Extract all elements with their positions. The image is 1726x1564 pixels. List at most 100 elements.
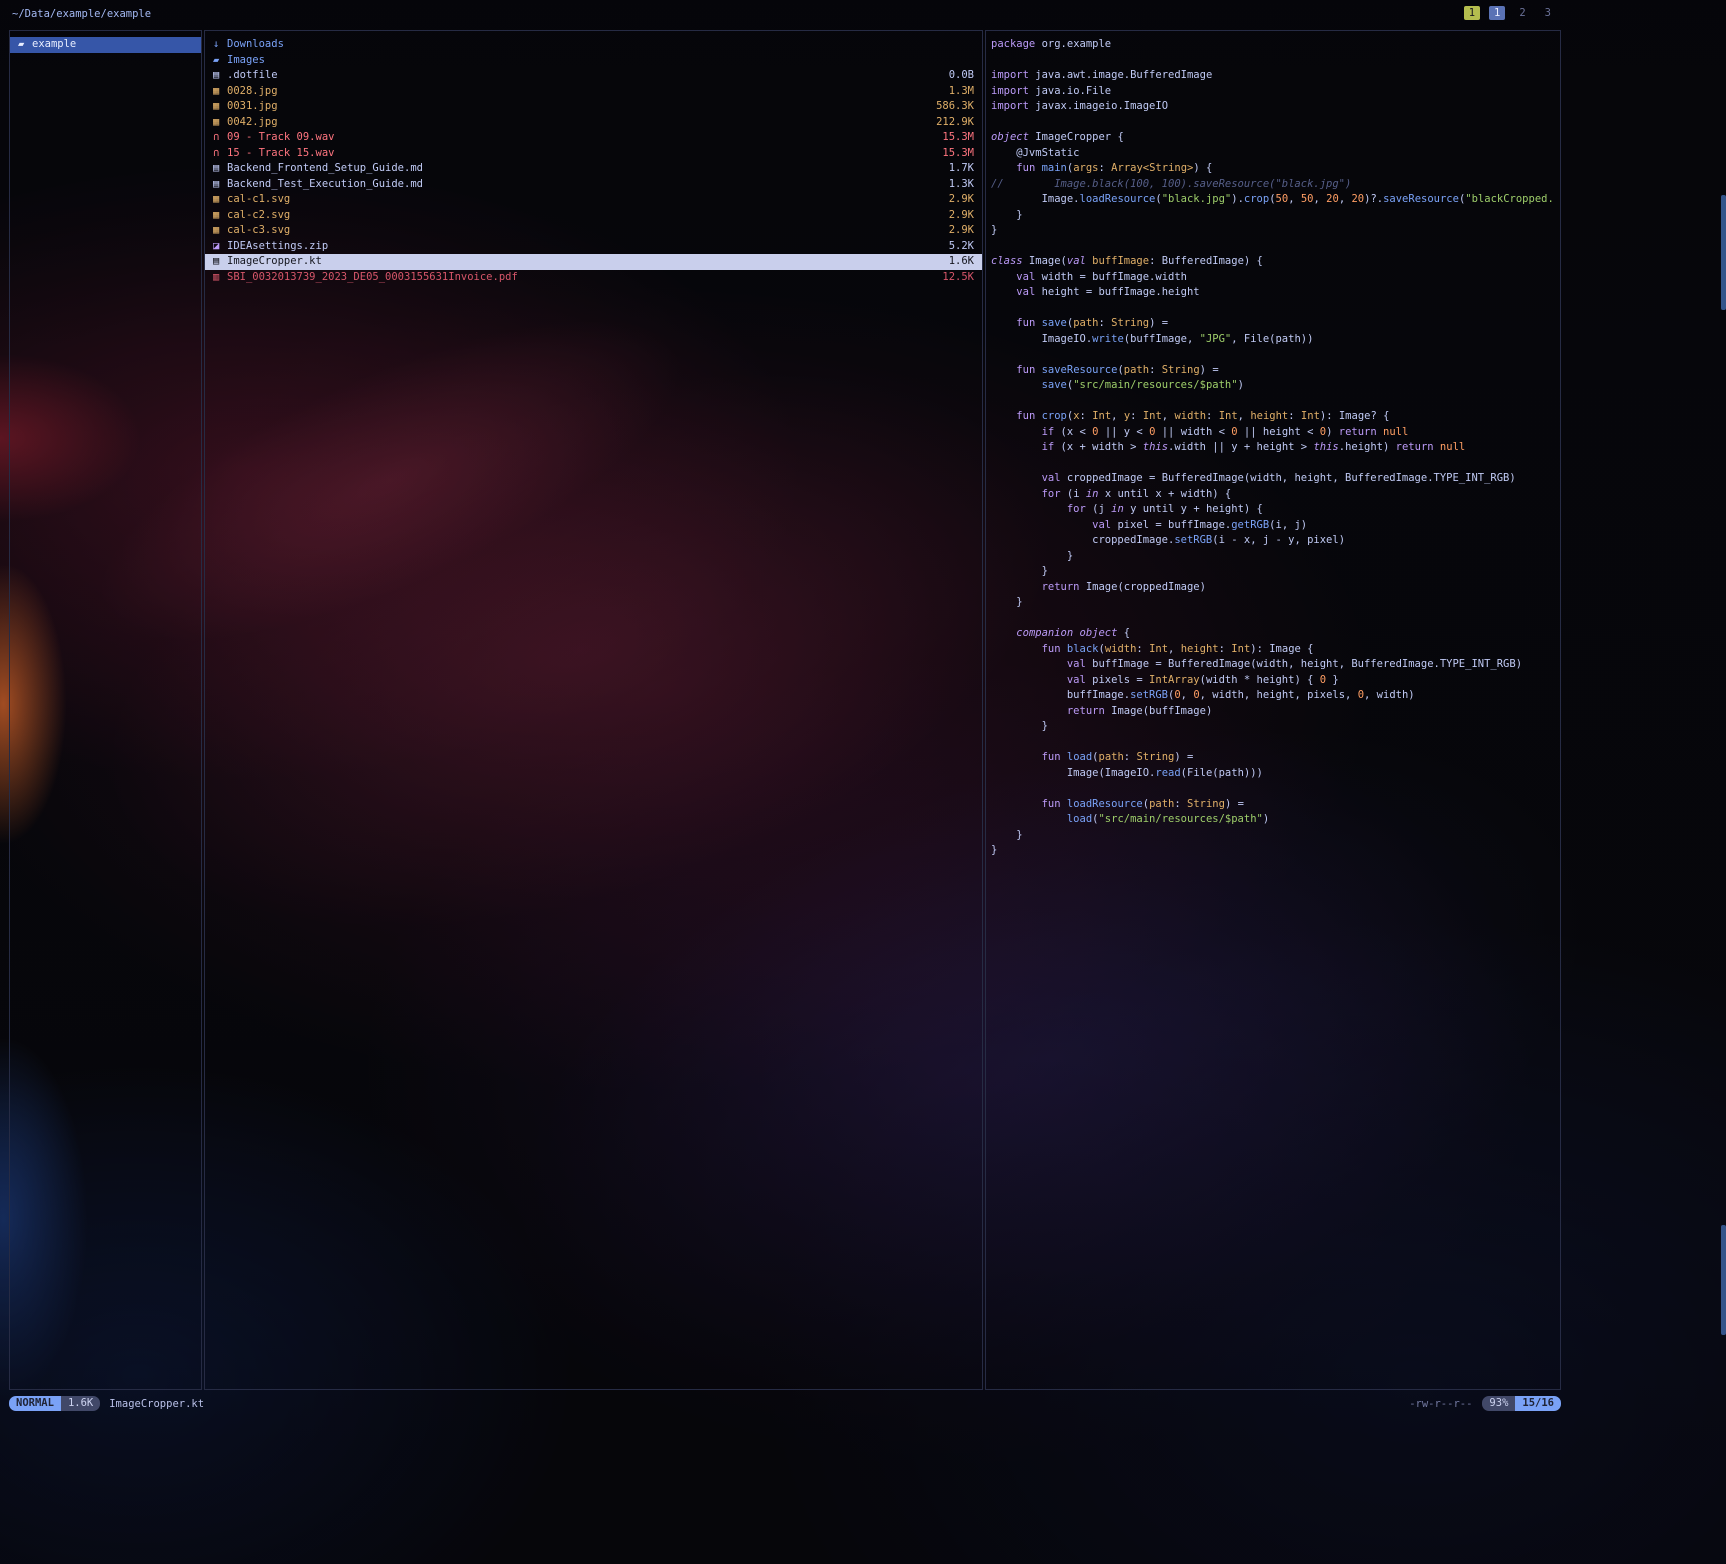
code-line: class Image(val buffImage: BufferedImage… [991,254,1560,270]
file-size: 1.3K [949,177,974,193]
kotlin-icon: ▤ [213,254,227,270]
download-icon: ↓ [213,37,227,53]
file-pane: ↓Downloads▰Images▤.dotfile0.0B▦0028.jpg1… [204,30,983,1390]
code-line: import javax.imageio.ImageIO [991,99,1560,115]
file-name: .dotfile [227,68,941,84]
markdown-icon: ▤ [213,177,227,193]
code-line: val width = buffImage.width [991,270,1560,286]
tab-4[interactable]: 3 [1540,6,1556,20]
code-line [991,239,1560,255]
file-row[interactable]: ∩15 - Track 15.wav15.3M [205,146,982,162]
file-size: 5.2K [949,239,974,255]
file-row[interactable]: ▥SBI_0032013739_2023_DE05_0003155631Invo… [205,270,982,286]
code-line: val croppedImage = BufferedImage(width, … [991,471,1560,487]
file-name: 15 - Track 15.wav [227,146,934,162]
file-row[interactable]: ▦cal-c2.svg 2.9K [205,208,982,224]
file-name: cal-c2.svg [227,208,941,224]
code-line [991,456,1560,472]
file-size: 1.7K [949,161,974,177]
code-line: } [991,208,1560,224]
breadcrumb-path: ~/Data/example/example [12,8,151,20]
tab-3[interactable]: 2 [1514,6,1530,20]
file-row[interactable]: ▦0042.jpg212.9K [205,115,982,131]
file-name: cal-c1.svg [227,192,941,208]
file-row[interactable]: ▰Images [205,53,982,69]
file-permissions: -rw-r--r-- [1409,1398,1472,1410]
code-line [991,301,1560,317]
code-line: val height = buffImage.height [991,285,1560,301]
file-name: Backend_Frontend_Setup_Guide.md [227,161,941,177]
code-line: val pixels = IntArray(width * height) { … [991,673,1560,689]
code-line: } [991,564,1560,580]
file-size: 12.5K [942,270,974,286]
code-line: val buffImage = BufferedImage(width, hei… [991,657,1560,673]
file-size: 586.3K [936,99,974,115]
status-bar: NORMAL 1.6K ImageCropper.kt -rw-r--r-- 9… [9,1395,1561,1412]
parent-dir-item[interactable]: ▰example [10,37,201,53]
code-line: fun load(path: String) = [991,750,1560,766]
folder-icon: ▰ [18,37,32,53]
file-row[interactable]: ▦cal-c3.svg2.9K [205,223,982,239]
scrollbar-thumb[interactable] [1721,195,1726,310]
code-line: save("src/main/resources/$path") [991,378,1560,394]
image-icon: ▦ [213,223,227,239]
file-row[interactable]: ∩09 - Track 09.wav15.3M [205,130,982,146]
file-name: 09 - Track 09.wav [227,130,934,146]
file-row[interactable]: ▦0028.jpg1.3M [205,84,982,100]
archive-icon: ◪ [213,239,227,255]
tab-2[interactable]: 1 [1489,6,1505,20]
code-line: for (j in y until y + height) { [991,502,1560,518]
file-size: 15.3M [942,146,974,162]
code-line: for (i in x until x + width) { [991,487,1560,503]
code-line: } [991,828,1560,844]
code-line [991,347,1560,363]
code-line: Image(ImageIO.read(File(path))) [991,766,1560,782]
file-row[interactable]: ▤.dotfile 0.0B [205,68,982,84]
image-icon: ▦ [213,115,227,131]
file-row[interactable]: ▤Backend_Test_Execution_Guide.md1.3K [205,177,982,193]
file-size: 0.0B [949,68,974,84]
mode-badge: NORMAL [9,1396,61,1411]
code-line: val pixel = buffImage.getRGB(i, j) [991,518,1560,534]
file-icon: ▤ [213,68,227,84]
tab-1[interactable]: 1 [1464,6,1480,20]
code-line: return Image(croppedImage) [991,580,1560,596]
status-filename: ImageCropper.kt [109,1398,204,1410]
code-line [991,735,1560,751]
code-line: companion object { [991,626,1560,642]
file-name: ImageCropper.kt [227,254,941,270]
audio-icon: ∩ [213,130,227,146]
image-icon: ▦ [213,192,227,208]
parent-list: ▰example [10,31,201,53]
file-row[interactable]: ▤Backend_Frontend_Setup_Guide.md1.7K [205,161,982,177]
code-line: fun save(path: String) = [991,316,1560,332]
cursor-position-badge: 15/16 [1515,1396,1561,1411]
code-line: } [991,223,1560,239]
code-line: if (x < 0 || y < 0 || width < 0 || heigh… [991,425,1560,441]
file-size: 2.9K [949,208,974,224]
image-icon: ▦ [213,208,227,224]
preview-pane: package org.example import java.awt.imag… [985,30,1561,1390]
code-line: fun loadResource(path: String) = [991,797,1560,813]
file-row[interactable]: ↓Downloads [205,37,982,53]
scrollbar-thumb[interactable] [1721,1225,1726,1335]
code-line: ImageIO.write(buffImage, "JPG", File(pat… [991,332,1560,348]
terminal-scrollbar[interactable] [1721,0,1726,1564]
code-line: package org.example [991,37,1560,53]
code-line: @JvmStatic [991,146,1560,162]
code-line: return Image(buffImage) [991,704,1560,720]
file-size: 1.3M [949,84,974,100]
file-name: SBI_0032013739_2023_DE05_0003155631Invoi… [227,270,934,286]
file-row[interactable]: ▤ImageCropper.kt1.6K [205,254,982,270]
file-row[interactable]: ▦0031.jpg586.3K [205,99,982,115]
code-line: croppedImage.setRGB(i - x, j - y, pixel) [991,533,1560,549]
file-name: IDEAsettings.zip [227,239,941,255]
file-name: Images [227,53,966,69]
code-line: buffImage.setRGB(0, 0, width, height, pi… [991,688,1560,704]
file-size-badge: 1.6K [61,1396,100,1411]
file-row[interactable]: ◪IDEAsettings.zip 5.2K [205,239,982,255]
file-row[interactable]: ▦cal-c1.svg2.9K [205,192,982,208]
code-line: fun crop(x: Int, y: Int, width: Int, hei… [991,409,1560,425]
code-line: fun main(args: Array<String>) { [991,161,1560,177]
code-line: import java.awt.image.BufferedImage [991,68,1560,84]
